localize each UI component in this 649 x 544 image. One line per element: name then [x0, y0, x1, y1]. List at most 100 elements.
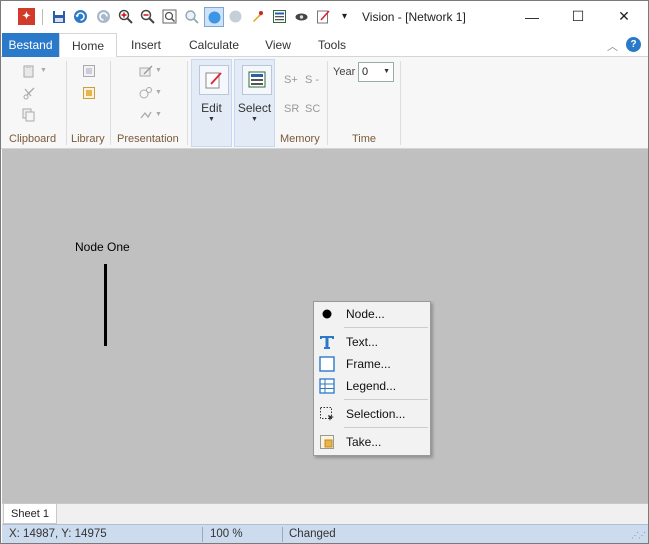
group-label-clipboard: Clipboard: [9, 133, 57, 145]
edit-button[interactable]: Edit ▼: [191, 59, 232, 147]
shapes-dropdown-icon[interactable]: ▼: [155, 89, 162, 96]
year-dropdown-icon: ▼: [383, 68, 390, 75]
save-icon[interactable]: [50, 8, 67, 25]
undo-icon[interactable]: [72, 8, 89, 25]
group-separator: [400, 61, 401, 145]
menu-item-label: Node...: [346, 307, 385, 321]
group-label-memory: Memory: [280, 133, 320, 145]
group-separator: [187, 61, 188, 145]
menu-separator: [344, 327, 428, 328]
cut-icon[interactable]: [21, 85, 37, 101]
group-label-time: Time: [352, 133, 377, 145]
menu-item-label: Selection...: [346, 407, 406, 421]
memory-store-subtract-button[interactable]: S -: [305, 74, 319, 86]
zoom-out-icon[interactable]: [139, 8, 156, 25]
take-icon: [319, 434, 335, 450]
qat-separator: [42, 9, 43, 25]
redo-icon[interactable]: [95, 8, 112, 25]
ribbon: ▼ Clipboard Library ▼ ▼ ▼ Presentation E…: [1, 57, 648, 149]
status-separator: [202, 527, 203, 542]
node-mode-icon[interactable]: [204, 7, 224, 27]
minimize-button[interactable]: —: [509, 1, 555, 32]
collapse-ribbon-icon[interactable]: ︿: [607, 38, 618, 54]
dot-icon: [319, 306, 335, 322]
select-icon: [242, 65, 272, 95]
style-dropdown-icon[interactable]: ▼: [155, 111, 162, 118]
menu-item-selection[interactable]: Selection...: [314, 404, 430, 424]
select-button[interactable]: Select ▼: [234, 59, 275, 147]
app-window: ✦ ▾ Vision - [Network 1] — ☐ ✕ Bestand H…: [0, 0, 649, 544]
menu-item-label: Text...: [346, 335, 379, 349]
node-label[interactable]: Node One: [75, 240, 130, 254]
zoom-in-icon[interactable]: [117, 8, 134, 25]
tab-insert[interactable]: Insert: [121, 33, 171, 57]
year-select[interactable]: 0 ▼: [358, 62, 394, 82]
tab-tools[interactable]: Tools: [309, 33, 355, 57]
shapes-icon[interactable]: [138, 85, 154, 101]
draw-line-dropdown-icon[interactable]: ▼: [155, 67, 162, 74]
tab-file[interactable]: Bestand: [2, 33, 59, 57]
context-menu: Node... Text... Frame... Legend... Selec…: [313, 301, 431, 456]
paste-icon[interactable]: [21, 63, 37, 79]
sheet-tab-bar: Sheet 1: [2, 503, 648, 524]
selection-icon: [319, 406, 335, 422]
library-add-icon[interactable]: [81, 85, 97, 101]
group-label-presentation: Presentation: [117, 133, 179, 145]
status-separator: [282, 527, 283, 542]
edit-label: Edit: [201, 101, 222, 115]
tab-calculate[interactable]: Calculate: [181, 33, 247, 57]
group-separator: [66, 61, 67, 145]
menu-item-label: Legend...: [346, 379, 397, 393]
qat-more-icon[interactable]: ▾: [336, 8, 353, 25]
group-separator: [327, 61, 328, 145]
memory-recall-button[interactable]: SR: [284, 103, 299, 115]
status-zoom: 100 %: [210, 528, 243, 540]
maximize-button[interactable]: ☐: [555, 1, 601, 32]
pin-icon[interactable]: [249, 8, 266, 25]
tab-home[interactable]: Home: [59, 33, 117, 58]
window-title: Vision - [Network 1]: [362, 10, 466, 24]
properties-icon[interactable]: [271, 8, 288, 25]
menu-item-label: Frame...: [346, 357, 391, 371]
menu-item-label: Take...: [346, 435, 382, 449]
node-line[interactable]: [104, 264, 107, 346]
menu-item-node[interactable]: Node...: [314, 304, 430, 324]
edit-note-icon[interactable]: [315, 8, 332, 25]
zoom-selection-icon[interactable]: [183, 8, 200, 25]
status-document-state: Changed: [289, 528, 336, 540]
draw-line-icon[interactable]: [138, 63, 154, 79]
library-open-icon[interactable]: [81, 63, 97, 79]
year-value: 0: [362, 66, 369, 78]
legend-icon: [319, 378, 335, 394]
resize-grip-icon[interactable]: ⋰⋰: [631, 531, 646, 540]
menu-separator: [344, 427, 428, 428]
status-coordinates: X: 14987, Y: 14975: [9, 528, 107, 540]
help-icon[interactable]: ?: [626, 37, 641, 52]
year-label: Year: [333, 66, 356, 78]
circle-mode-icon[interactable]: [227, 8, 244, 25]
app-logo-icon[interactable]: ✦: [18, 8, 35, 25]
zoom-fit-icon[interactable]: [161, 8, 178, 25]
sheet-tab-1[interactable]: Sheet 1: [3, 504, 57, 524]
select-label: Select: [237, 101, 272, 115]
memory-store-add-button[interactable]: S+: [284, 74, 298, 86]
tab-view[interactable]: View: [257, 33, 299, 57]
paste-dropdown-icon[interactable]: ▼: [40, 67, 47, 74]
edit-icon: [199, 65, 229, 95]
status-bar: X: 14987, Y: 14975 100 % Changed ⋰⋰: [2, 524, 648, 543]
frame-icon: [319, 356, 335, 372]
menu-item-legend[interactable]: Legend...: [314, 376, 430, 396]
copy-icon[interactable]: [21, 107, 37, 123]
ribbon-tab-row: Bestand Home Insert Calculate View Tools…: [1, 33, 648, 58]
edit-dropdown-icon: ▼: [208, 116, 215, 123]
title-bar: ✦ ▾ Vision - [Network 1] — ☐ ✕: [1, 1, 648, 33]
style-icon[interactable]: [138, 107, 154, 123]
menu-separator: [344, 399, 428, 400]
select-dropdown-icon: ▼: [251, 116, 258, 123]
eye-icon[interactable]: [293, 8, 310, 25]
menu-item-frame[interactable]: Frame...: [314, 354, 430, 374]
close-button[interactable]: ✕: [601, 1, 647, 32]
menu-item-take[interactable]: Take...: [314, 432, 430, 452]
memory-clear-button[interactable]: SC: [305, 103, 320, 115]
menu-item-text[interactable]: Text...: [314, 332, 430, 352]
